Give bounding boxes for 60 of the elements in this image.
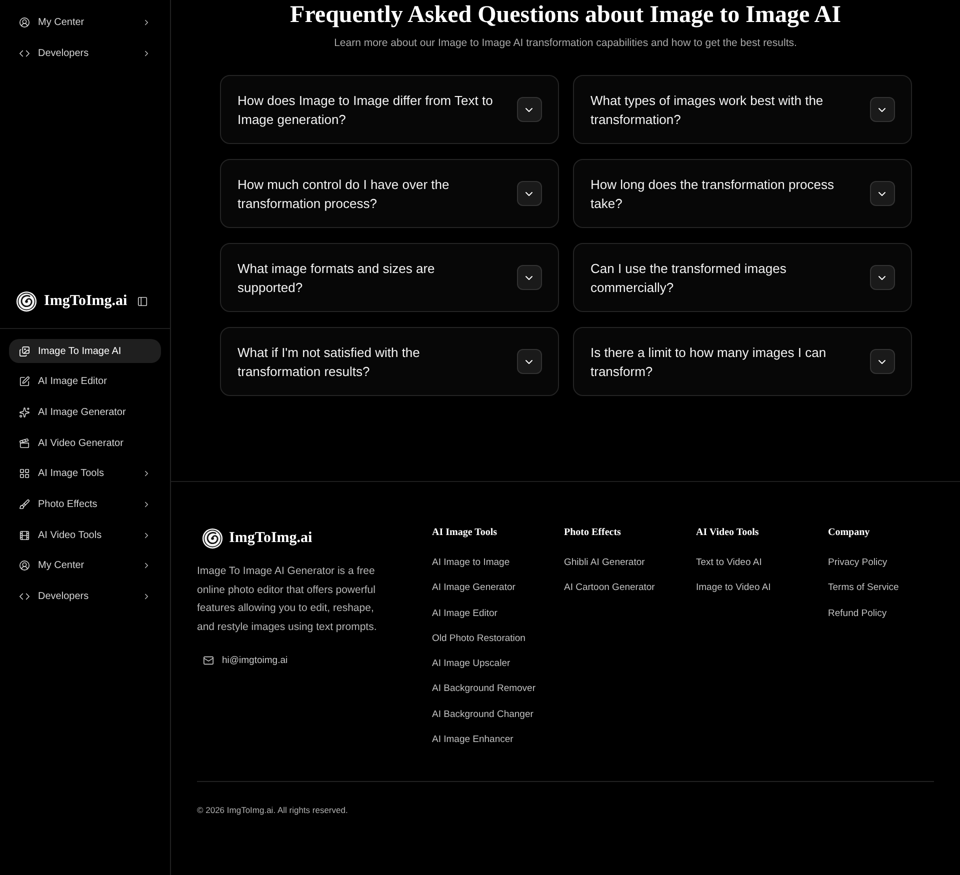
sidebar-nav-item[interactable]: AI Video Tools — [9, 523, 161, 548]
footer-link[interactable]: Privacy Policy — [828, 556, 888, 569]
footer-link[interactable]: AI Cartoon Generator — [564, 581, 655, 594]
footer-column-heading: Company — [828, 527, 870, 539]
footer-link[interactable]: AI Background Remover — [432, 682, 536, 696]
footer-column-heading: AI Video Tools — [696, 527, 759, 539]
sidebar-toggle-icon[interactable] — [137, 296, 148, 306]
footer-link[interactable]: Old Photo Restoration — [432, 632, 526, 645]
footer-column-heading: AI Image Tools — [432, 527, 498, 539]
footer-link[interactable]: Image to Video AI — [696, 581, 771, 594]
sidebar-nav-item[interactable]: AI Image Editor — [9, 370, 161, 394]
user-circle-icon — [19, 560, 30, 572]
faq-accordion-item[interactable]: What if I'm not satisfied with the transformation results? — [220, 327, 558, 396]
code-icon — [19, 48, 30, 58]
brand-name: ImgToImg.ai — [44, 292, 128, 311]
faq-accordion-item[interactable]: How much control do I have over the transformation process? — [220, 159, 558, 228]
faq-accordion-item[interactable]: How long does the transformation process take? — [572, 159, 912, 228]
email-link[interactable]: hi@imgtoimg.ai — [203, 654, 288, 668]
faq-subtitle: Learn more about our Image to Image AI transformation capabilities and how to get the best results. — [333, 36, 798, 51]
film-icon — [19, 530, 30, 541]
swirl-logo-icon — [202, 528, 223, 548]
sparkles-icon — [19, 406, 30, 418]
sidebar-nav-item[interactable]: AI Image Generator — [9, 400, 161, 424]
footer-column-heading: Photo Effects — [564, 527, 621, 539]
footer-link[interactable]: Ghibli AI Generator — [564, 556, 645, 569]
footer-link[interactable]: AI Image Upscaler — [432, 657, 510, 670]
sidebar-nav-item[interactable]: Photo Effects — [9, 492, 161, 516]
footer-description: Image To Image AI Generator is a free online photo editor that offers powerful features allowing you to edit, reshape, and restyle images using text prompts. — [197, 564, 378, 636]
brush-icon — [19, 498, 30, 510]
code-icon — [19, 591, 30, 602]
footer-link[interactable]: Terms of Service — [828, 581, 899, 594]
faq-heading: Frequently Asked Questions about Image to Image AI — [290, 1, 841, 30]
images-icon — [19, 346, 30, 356]
brand-name: ImgToImg.ai — [229, 528, 312, 548]
swirl-logo-icon — [16, 290, 37, 312]
footer-link[interactable]: AI Image to Image — [432, 556, 510, 569]
faq-accordion-item[interactable]: What types of images work best with the transformation? — [572, 75, 912, 144]
sidebar-nav-item[interactable]: Developers — [9, 584, 161, 608]
faq-accordion-item[interactable]: Can I use the transformed images commercially? — [572, 243, 912, 312]
footer-link[interactable]: Text to Video AI — [696, 556, 762, 569]
sidebar-nav-item[interactable]: AI Image Tools — [9, 462, 161, 486]
footer-link[interactable]: AI Image Editor — [432, 606, 498, 620]
faq-accordion-item[interactable]: What image formats and sizes are supported? — [220, 243, 558, 312]
sidebar-nav-item[interactable]: My Center — [9, 554, 161, 578]
sidebar-nav-item[interactable]: My Center — [9, 10, 161, 34]
faq-accordion-item[interactable]: How does Image to Image differ from Text to Image generation? — [220, 75, 558, 144]
footer-link[interactable]: AI Background Changer — [432, 708, 534, 721]
edit-icon — [19, 376, 30, 388]
clapperboard-icon — [19, 438, 30, 449]
user-circle-icon — [19, 16, 30, 28]
footer-link[interactable]: Refund Policy — [828, 606, 887, 620]
footer-link[interactable]: AI Image Generator — [432, 581, 516, 594]
sidebar-nav-item[interactable]: AI Video Generator — [9, 431, 161, 456]
sidebar-nav-item[interactable]: Developers — [9, 41, 161, 65]
mail-icon — [203, 655, 214, 666]
faq-accordion-item[interactable]: Is there a limit to how many images I can transform? — [572, 327, 912, 396]
footer-link[interactable]: AI Image Enhancer — [432, 733, 514, 746]
grid-icon — [19, 468, 30, 480]
sidebar-nav-item[interactable]: Image To Image AI — [9, 339, 161, 363]
copyright-text: © 2026 ImgToImg.ai. All rights reserved. — [197, 804, 348, 817]
